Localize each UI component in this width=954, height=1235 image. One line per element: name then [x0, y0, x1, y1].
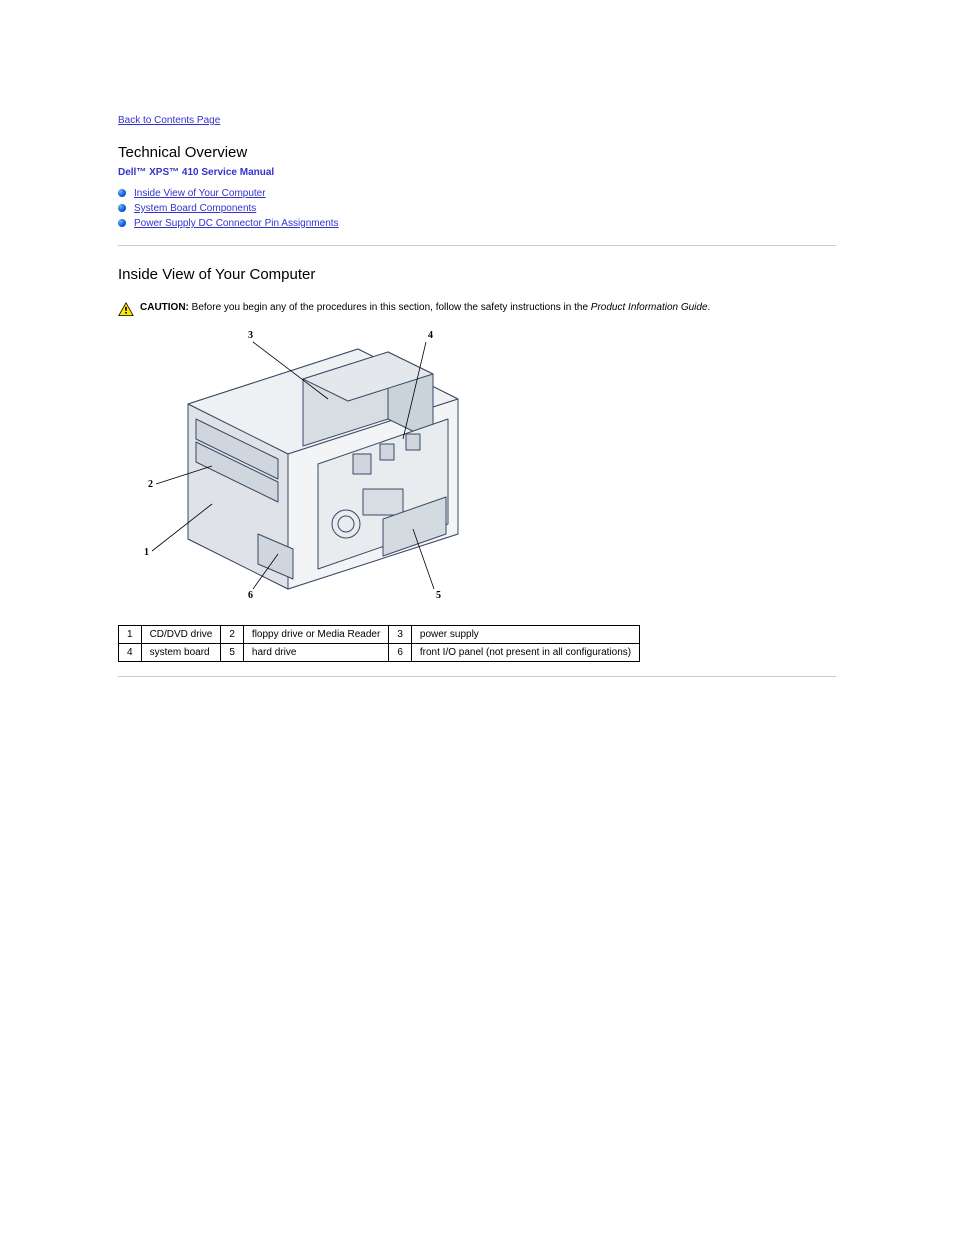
- toc-link-power-supply[interactable]: Power Supply DC Connector Pin Assignment…: [134, 218, 339, 229]
- callout-cell-num: 5: [221, 644, 244, 662]
- callout-1: 1: [144, 547, 149, 558]
- caution-triangle-icon: [118, 302, 134, 316]
- callout-cell-text: system board: [141, 644, 221, 662]
- callout-3: 3: [248, 330, 253, 341]
- table-row: 1 CD/DVD drive 2 floppy drive or Media R…: [119, 626, 640, 644]
- callout-2: 2: [148, 479, 153, 490]
- caution-text: CAUTION: Before you begin any of the pro…: [140, 301, 710, 315]
- callout-cell-num: 1: [119, 626, 142, 644]
- callout-cell-text: front I/O panel (not present in all conf…: [411, 644, 639, 662]
- caution-prefix: CAUTION:: [140, 302, 192, 313]
- caution-body-before: Before you begin any of the procedures i…: [192, 302, 591, 313]
- callout-cell-text: CD/DVD drive: [141, 626, 221, 644]
- divider: [118, 245, 836, 246]
- toc-link-system-board[interactable]: System Board Components: [134, 203, 256, 214]
- inside-view-figure: 1 2 3 4 5 6: [128, 324, 478, 607]
- list-item: Inside View of Your Computer: [118, 186, 836, 201]
- back-to-contents-link[interactable]: Back to Contents Page: [118, 115, 220, 126]
- table-row: 4 system board 5 hard drive 6 front I/O …: [119, 644, 640, 662]
- caution-guide-name: Product Information Guide: [591, 302, 708, 313]
- callout-cell-num: 3: [389, 626, 412, 644]
- callout-cell-num: 6: [389, 644, 412, 662]
- callout-cell-num: 4: [119, 644, 142, 662]
- divider: [118, 676, 836, 677]
- caution-body-after: .: [708, 302, 711, 313]
- callout-cell-text: hard drive: [243, 644, 388, 662]
- callout-5: 5: [436, 590, 441, 601]
- list-item: System Board Components: [118, 201, 836, 216]
- callout-6: 6: [248, 590, 253, 601]
- section-heading-inside-view: Inside View of Your Computer: [118, 266, 836, 283]
- page-title: Technical Overview: [118, 144, 836, 161]
- caution-block: CAUTION: Before you begin any of the pro…: [118, 301, 836, 316]
- toc-link-inside-view[interactable]: Inside View of Your Computer: [134, 188, 266, 199]
- callout-table: 1 CD/DVD drive 2 floppy drive or Media R…: [118, 625, 640, 662]
- list-item: Power Supply DC Connector Pin Assignment…: [118, 216, 836, 231]
- callout-4: 4: [428, 330, 433, 341]
- callout-cell-text: power supply: [411, 626, 639, 644]
- manual-subtitle: Dell™ XPS™ 410 Service Manual: [118, 167, 836, 178]
- toc-list: Inside View of Your Computer System Boar…: [118, 186, 836, 231]
- callout-cell-num: 2: [221, 626, 244, 644]
- callout-cell-text: floppy drive or Media Reader: [243, 626, 388, 644]
